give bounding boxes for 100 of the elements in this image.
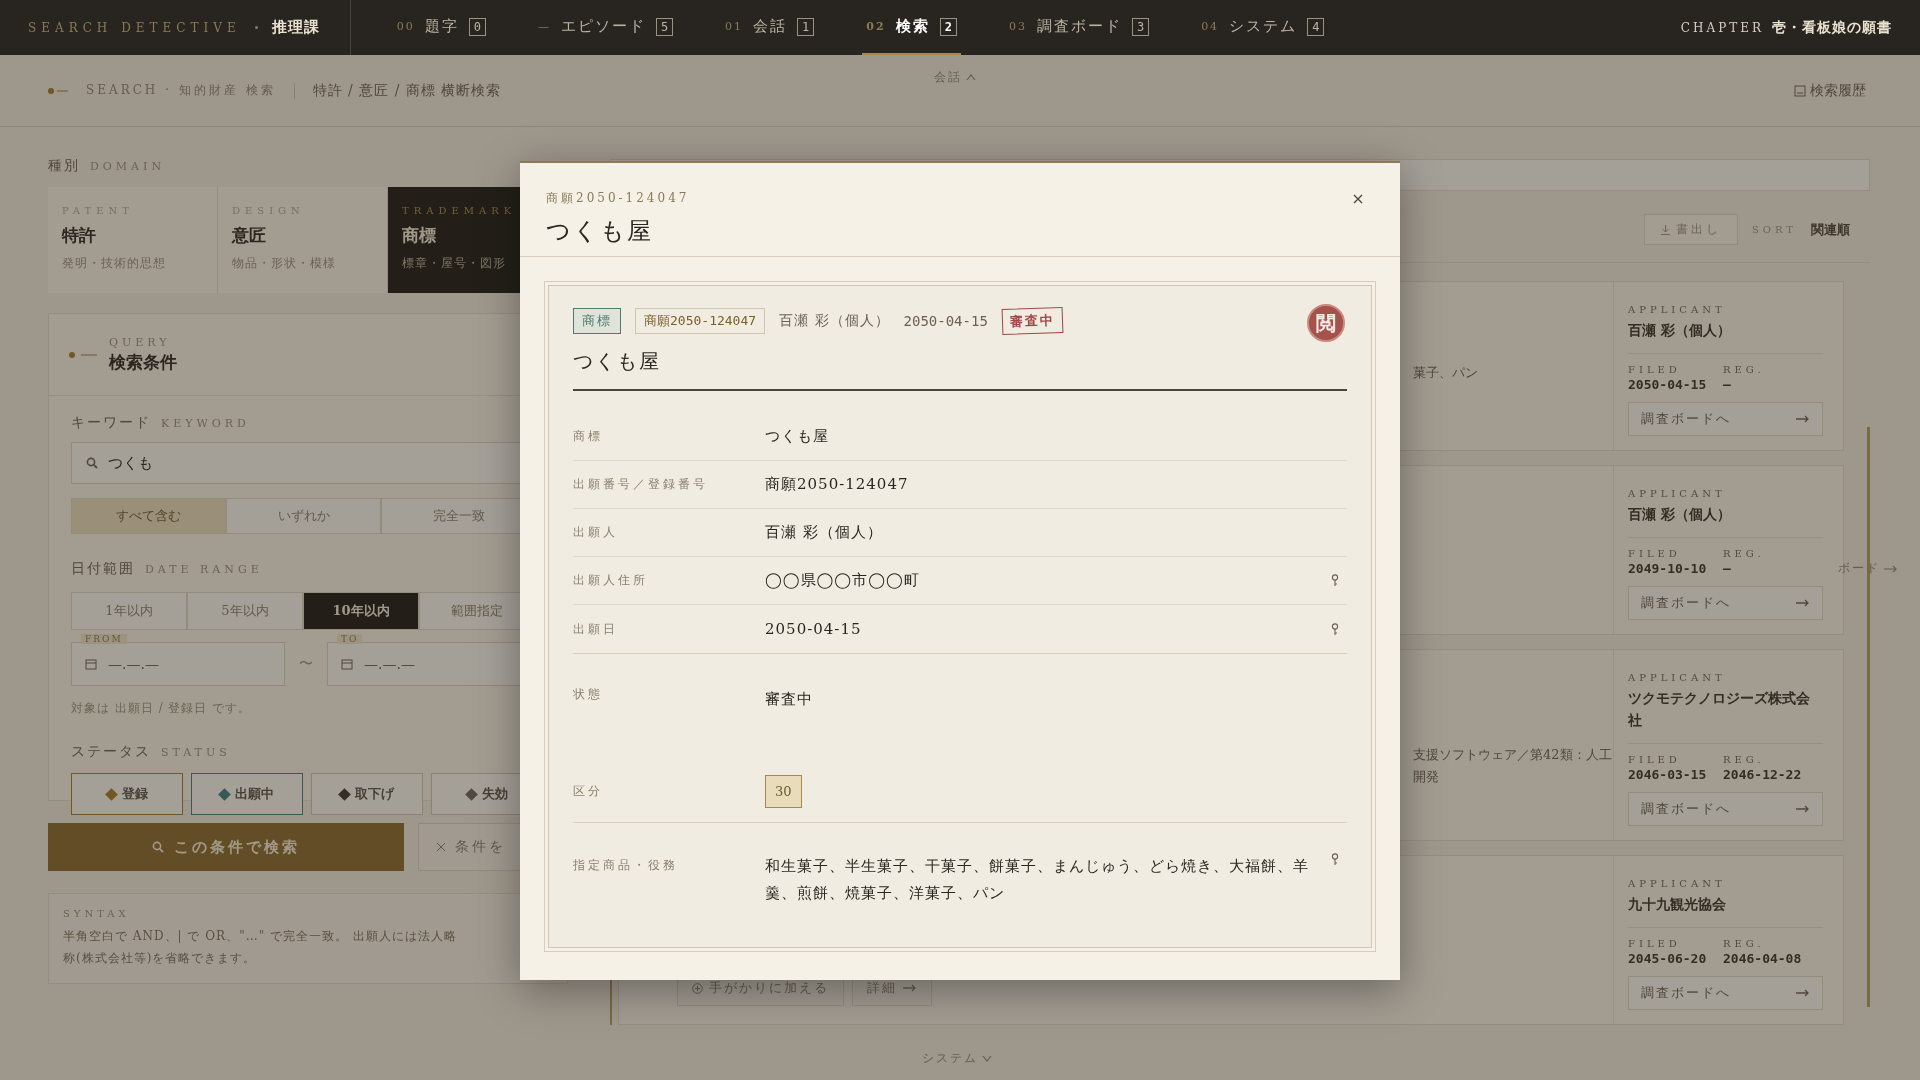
arrow-right-icon: [1796, 415, 1810, 423]
scroll-hint: ボード: [1838, 560, 1880, 577]
search-icon: [86, 457, 98, 469]
field-label: ステータス: [71, 743, 151, 761]
class-chip: 30: [765, 774, 802, 808]
tab-number: 02: [866, 20, 886, 33]
reg-date: 2046-04-08: [1723, 951, 1803, 966]
field-value: ◯◯県◯◯市◯◯町: [765, 570, 921, 591]
arrow-right-icon: [1796, 989, 1810, 997]
filed-label: FILED: [1628, 754, 1682, 765]
sort-label: SORT: [1751, 224, 1797, 235]
count-badge: 1: [797, 17, 815, 36]
applicant-label: APPLICANT: [1628, 304, 1727, 315]
plus-circle-icon: [692, 982, 703, 994]
arrow-right-icon: [1796, 805, 1810, 813]
applicant-text: 百瀬 彩（個人）: [779, 312, 890, 330]
field-label: 商標: [573, 428, 604, 445]
field-value: つくも屋: [765, 426, 830, 447]
range-separator: 〜: [299, 655, 313, 673]
status-chip[interactable]: 出願中: [191, 773, 303, 815]
field-value: 商願2050-124047: [765, 474, 910, 495]
download-icon: [1660, 224, 1670, 235]
field-label: 日付範囲: [71, 560, 135, 578]
nav-tab[interactable]: 04 システム 4: [1197, 0, 1329, 55]
date-text: 2050-04-15: [903, 313, 988, 329]
reg-date: —: [1723, 561, 1732, 576]
search-button[interactable]: この条件で検索: [48, 823, 404, 871]
field-value: 審査中: [765, 689, 814, 710]
tab-number: 01: [725, 20, 744, 33]
applicant-label: APPLICANT: [1628, 878, 1727, 889]
count-badge: 2: [939, 17, 957, 36]
status-chip[interactable]: 取下げ: [311, 773, 423, 815]
applicant-label: APPLICANT: [1628, 672, 1727, 683]
record-title: つくも屋: [573, 348, 1347, 391]
panel-title: 検索条件: [109, 350, 177, 374]
field-label: 状態: [573, 686, 604, 703]
tab-number: —: [537, 20, 551, 33]
field-label-en: DOMAIN: [90, 160, 165, 173]
board-button[interactable]: 調査ボードへ: [1628, 976, 1823, 1010]
bullet-icon: [69, 351, 97, 358]
filed-date: 2050-04-15: [1628, 377, 1708, 392]
tab-number: 03: [1008, 20, 1027, 33]
status-stamp: 審査中: [1001, 306, 1064, 336]
section-title: 推理課: [271, 18, 320, 37]
chapter-title: 壱・看板娘の願書: [1772, 18, 1892, 37]
tab-label: 会話: [753, 17, 788, 36]
reg-label: REG.: [1723, 754, 1766, 765]
segment-button[interactable]: 5年以内: [187, 592, 303, 630]
search-icon: [152, 841, 164, 853]
nav-tab[interactable]: 03 調査ボード 3: [1004, 0, 1154, 55]
breadcrumb-section: SEARCH · 知的財産 検索: [86, 82, 276, 99]
field-label: 出願人: [573, 524, 619, 541]
filed-date: 2046-03-15: [1628, 767, 1708, 782]
board-button[interactable]: 調査ボードへ: [1628, 792, 1823, 826]
date-field[interactable]: —.—.—: [71, 642, 285, 686]
calendar-icon: [341, 658, 353, 670]
history-link[interactable]: 検索履歴: [1794, 81, 1866, 100]
arrow-right-icon: [1796, 599, 1810, 607]
board-button[interactable]: 調査ボードへ: [1628, 402, 1823, 436]
field-value: 百瀬 彩（個人）: [765, 522, 884, 543]
filed-label: FILED: [1628, 548, 1682, 559]
segment-button[interactable]: いずれか: [226, 498, 381, 534]
filed-date: 2049-10-10: [1628, 561, 1708, 576]
floating-label: FROM: [81, 634, 127, 644]
tab-label: システム: [1229, 17, 1298, 36]
nav-tab[interactable]: 02 検索 2: [862, 0, 961, 55]
count-badge: 4: [1307, 17, 1325, 36]
field-value: 和生菓子、半生菓子、干菓子、餅菓子、まんじゅう、どら焼き、大福餅、羊羹、煎餅、焼菓子、洋菓子、パン: [765, 856, 1310, 904]
field-label: 出願日: [573, 620, 619, 638]
syntax-text: 半角空白で AND、| で OR、"…" で完全一致。 出願人には法人略 称(株式会社等)を省略できます。: [63, 928, 458, 967]
app-title: SEARCH DETECTIVE: [28, 20, 241, 35]
applicant-label: APPLICANT: [1628, 488, 1727, 499]
filed-date: 2045-06-20: [1628, 951, 1708, 966]
segment-button[interactable]: 10年以内: [303, 592, 419, 630]
number-tag: 商願2050-124047: [635, 308, 766, 334]
domain-description: 発明・技術的思想: [62, 255, 167, 272]
reg-label: REG.: [1723, 548, 1766, 559]
count-badge: 5: [655, 17, 674, 36]
segment-button[interactable]: すべて含む: [71, 498, 226, 534]
description-text: 支援ソフトウェア／第42類：人工 開発: [1413, 746, 1613, 786]
domain-title: 意匠: [232, 224, 267, 247]
field-label: 種別: [48, 157, 80, 175]
chapter-label: CHAPTER: [1680, 20, 1764, 35]
segment-button[interactable]: 1年以内: [71, 592, 187, 630]
applicant-name: ツクモテクノロジーズ株式会社: [1628, 687, 1823, 744]
nav-tab[interactable]: 01 会話 1: [721, 0, 819, 55]
close-icon: [437, 843, 445, 851]
nav-tab[interactable]: — エピソード 5: [533, 0, 678, 55]
applicant-name: 百瀬 彩（個人）: [1628, 503, 1823, 538]
domain-title: 商標: [402, 224, 437, 247]
bullet-icon: [48, 87, 68, 94]
board-button[interactable]: 調査ボードへ: [1628, 586, 1823, 620]
scrollbar[interactable]: [1867, 427, 1870, 1007]
status-chip[interactable]: 登録: [71, 773, 183, 815]
field-label: 出願人住所: [573, 572, 649, 589]
field-value: 2050-04-15: [765, 618, 863, 640]
field-label: 区分: [573, 782, 604, 800]
tab-label: エピソード: [560, 17, 646, 36]
count-badge: 0: [468, 17, 486, 36]
nav-tab[interactable]: 00 題字 0: [392, 0, 490, 55]
